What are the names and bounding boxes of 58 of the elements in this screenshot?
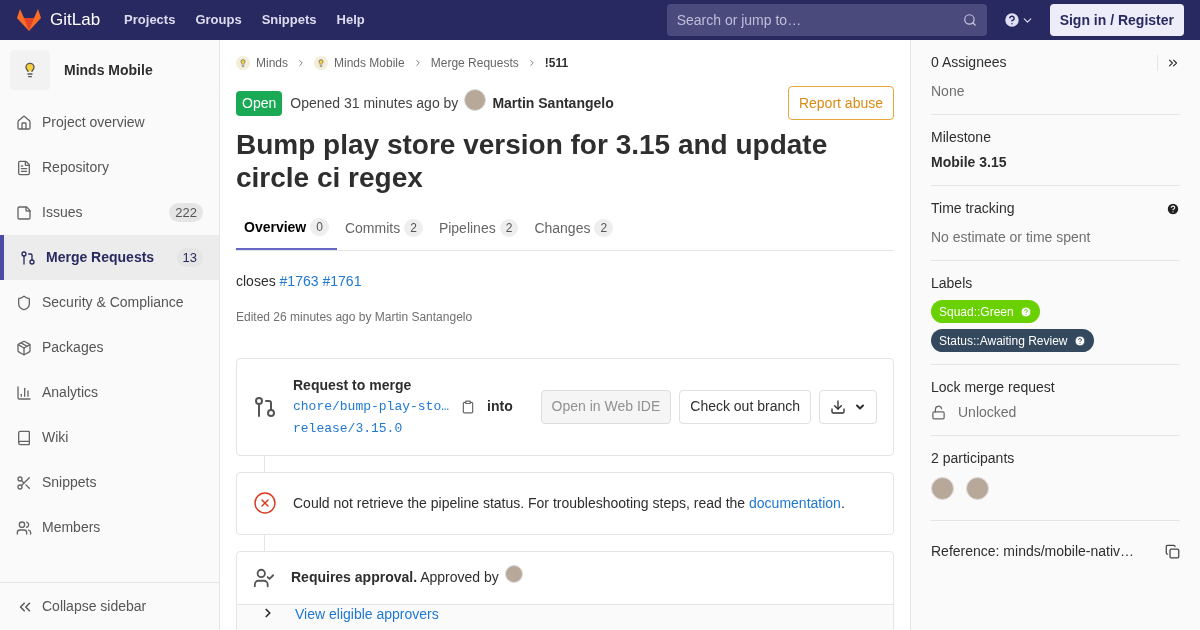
breadcrumb-link[interactable]: Minds — [256, 54, 288, 72]
milestone-title: Milestone — [931, 128, 992, 147]
author-link[interactable]: Martin Santangelo — [492, 92, 614, 114]
time-tracking-title: Time tracking — [931, 199, 1016, 218]
issue-link[interactable]: #1761 — [322, 273, 362, 289]
sidebar-item[interactable]: Project overview — [0, 100, 219, 145]
into-text: into — [487, 397, 513, 416]
breadcrumb-link[interactable]: Merge Requests — [430, 54, 519, 72]
target-branch-link[interactable]: release/3.15.0 — [293, 421, 403, 436]
sidebar-item[interactable]: Packages — [0, 325, 219, 370]
collapse-sidebar-button[interactable]: Collapse sidebar — [0, 582, 219, 630]
nav-link[interactable]: Snippets — [261, 10, 317, 30]
milestone-link[interactable]: Mobile 3.15 — [931, 152, 1180, 173]
issue-link[interactable]: #1763 — [279, 273, 319, 289]
count-badge: 13 — [176, 247, 203, 268]
approval-text: Requires approval. Approved by — [291, 568, 499, 587]
sidebar-item[interactable]: Merge Requests 13 — [0, 235, 219, 280]
sidebar-item[interactable]: Repository — [0, 145, 219, 190]
nav-link[interactable]: Projects — [124, 10, 176, 30]
brand-name[interactable]: GitLab — [50, 7, 101, 33]
pipeline-message: Could not retrieve the pipeline status. For troubleshooting steps, read the documentation. — [293, 493, 845, 513]
documentation-link[interactable]: documentation — [749, 494, 841, 511]
tab[interactable]: Pipelines 2 — [430, 206, 527, 250]
lock-value: Unlocked — [958, 403, 1017, 422]
tab[interactable]: Overview 0 — [236, 206, 337, 250]
sidebar-item[interactable]: Analytics — [0, 370, 219, 415]
reference-text: Reference: minds/mobile-nativ… — [931, 542, 1136, 561]
tab[interactable]: Commits 2 — [336, 206, 431, 250]
checkout-branch-button[interactable]: Check out branch — [679, 389, 811, 424]
search-field[interactable]: Search or jump to… — [666, 4, 987, 36]
sidebar-item[interactable]: Security & Compliance — [0, 280, 219, 325]
labels-title: Labels — [931, 274, 974, 293]
merge-request-title: Bump play store version for 3.15 and update circle ci regex — [236, 128, 829, 194]
status-badge: Open — [236, 90, 283, 116]
participants-title: 2 participants — [931, 449, 1016, 468]
description-text: closes #1763 #1761 — [236, 272, 363, 291]
opened-text: Opened 31 minutes ago by — [290, 93, 459, 113]
sign-in-button[interactable]: Sign in / Register — [1049, 4, 1184, 36]
sidebar-item[interactable]: Issues 222 — [0, 190, 219, 235]
lock-title: Lock merge request — [931, 378, 1056, 397]
edited-note: Edited 26 minutes ago by Martin Santangelo — [236, 309, 474, 326]
tab[interactable]: Changes 2 — [526, 206, 622, 250]
source-branch-link[interactable]: chore/bump-play-sto… — [293, 396, 450, 417]
assignees-value: None — [931, 82, 966, 101]
project-name[interactable]: Minds Mobile — [64, 59, 153, 81]
time-tracking-value: No estimate or time spent — [931, 228, 1092, 247]
sidebar-item[interactable]: Members — [0, 505, 219, 550]
breadcrumb-link[interactable]: !511 — [544, 54, 569, 72]
assignees-title: 0 Assignees — [931, 53, 1008, 72]
count-badge: 222 — [169, 202, 203, 223]
nav-link[interactable]: Groups — [195, 10, 242, 30]
breadcrumb-link[interactable]: Minds Mobile — [334, 54, 405, 72]
sidebar-item[interactable]: Wiki — [0, 415, 219, 460]
label-tag[interactable]: Status::Awaiting Review — [931, 329, 1094, 352]
merge-heading: Request to merge — [293, 376, 413, 395]
nav-link[interactable]: Help — [336, 10, 365, 30]
view-approvers-link[interactable]: View eligible approvers — [295, 605, 439, 622]
sidebar-item[interactable]: Snippets — [0, 460, 219, 505]
